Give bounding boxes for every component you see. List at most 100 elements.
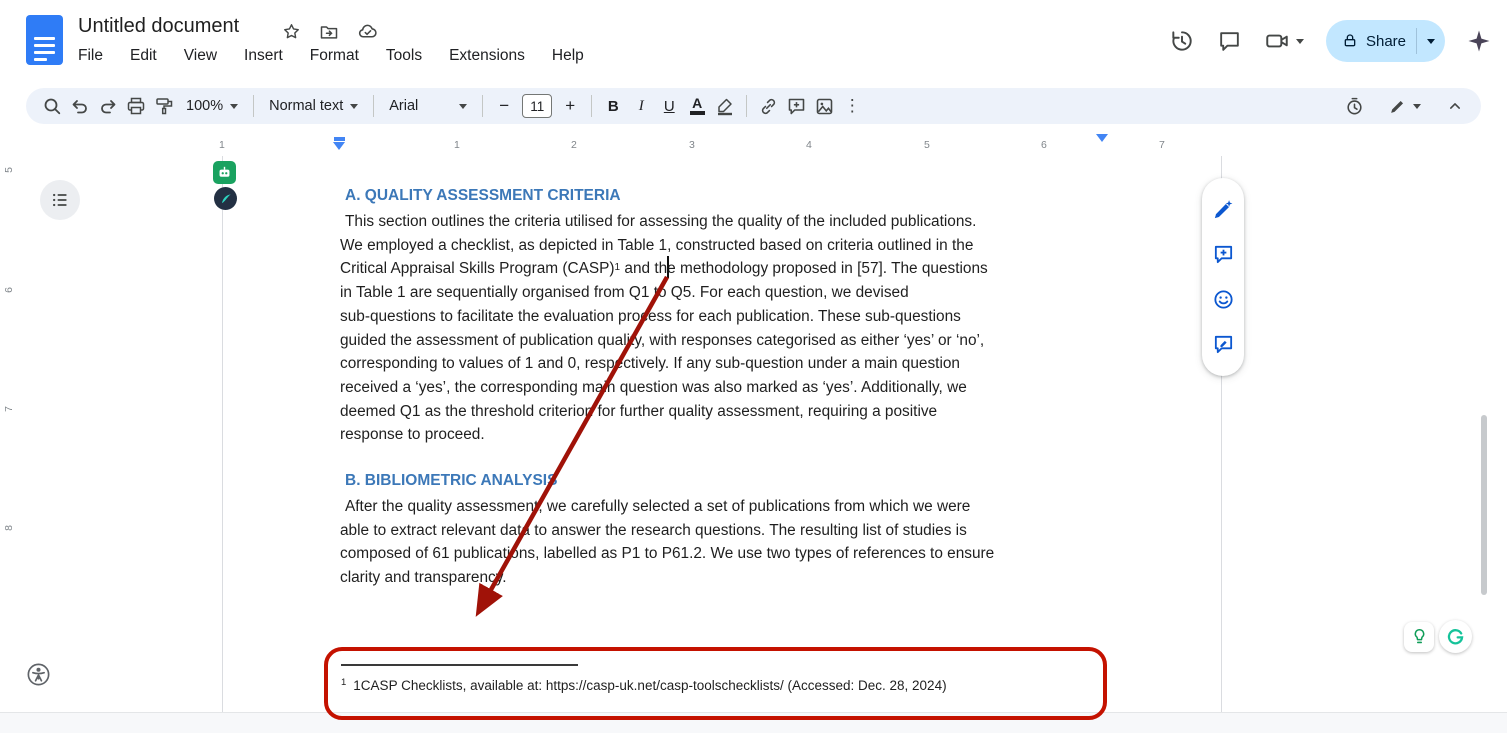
bold-button[interactable]: B (599, 92, 627, 120)
decrease-font-size-button[interactable]: − (490, 92, 518, 120)
menu-edit[interactable]: Edit (128, 45, 159, 67)
font-select[interactable]: Arial (381, 92, 475, 120)
footnote-divider (341, 664, 578, 666)
casp-post: and the methodology proposed in [57]. Th… (620, 260, 988, 277)
footnote-reference[interactable]: 1 (615, 262, 621, 273)
style-value: Normal text (269, 98, 343, 114)
footnote-marker: 1 (341, 677, 346, 688)
text-color-letter: A (692, 97, 702, 110)
collapse-toolbar-button[interactable] (1441, 92, 1469, 120)
undo-button[interactable] (66, 92, 94, 120)
menu-tools[interactable]: Tools (384, 45, 424, 67)
share-button[interactable]: Share (1326, 20, 1445, 62)
paragraph-a: This section outlines the criteria utili… (340, 210, 988, 447)
underline-button[interactable]: U (655, 92, 683, 120)
star-icon[interactable] (282, 22, 301, 41)
insert-link-button[interactable] (754, 92, 782, 120)
print-button[interactable] (122, 92, 150, 120)
version-history-icon[interactable] (1169, 28, 1195, 54)
cloud-status-icon[interactable] (357, 21, 378, 42)
logo-line (34, 51, 55, 54)
emoji-react-icon[interactable] (1208, 286, 1238, 314)
extension-robot-icon[interactable] (213, 161, 236, 184)
document-outline-button[interactable] (40, 180, 80, 220)
menu-insert[interactable]: Insert (242, 45, 285, 67)
text-line: in Table 1 are sequentially organised fr… (340, 281, 988, 305)
menu-help[interactable]: Help (550, 45, 586, 67)
more-tools-button[interactable]: ⋮ (838, 92, 866, 120)
chevron-down-icon (459, 104, 467, 109)
divider (1416, 28, 1417, 54)
font-size-input[interactable]: 11 (522, 94, 552, 118)
horizontal-ruler[interactable]: 1 1 2 3 4 5 6 7 (0, 134, 1507, 156)
paragraph-style-select[interactable]: Normal text (261, 92, 366, 120)
footnote-text: 1CASP Checklists, available at: https://… (353, 678, 946, 693)
text-line: sub-questions to facilitate the evaluati… (340, 305, 988, 329)
text-line: deemed Q1 as the threshold criterion for… (340, 400, 988, 424)
divider (482, 95, 483, 117)
divider (591, 95, 592, 117)
paragraph-b: After the quality assessment, we careful… (340, 495, 994, 590)
menu-view[interactable]: View (182, 45, 219, 67)
bulb-extension-icon[interactable] (1404, 622, 1434, 652)
menu-format[interactable]: Format (308, 45, 361, 67)
document-title[interactable]: Untitled document (78, 15, 239, 38)
google-docs-app: Untitled document File Edit View Insert … (0, 0, 1507, 733)
chevron-down-icon (1296, 39, 1304, 44)
text-line: able to extract relevant data to answer … (340, 519, 994, 543)
help-me-write-icon[interactable] (1208, 195, 1238, 223)
feedback-icon[interactable] (1208, 331, 1238, 359)
share-options-caret[interactable] (1427, 39, 1435, 44)
increase-font-size-button[interactable]: + (556, 92, 584, 120)
ruler-number: 2 (571, 139, 577, 151)
vertical-ruler-number: 8 (3, 521, 15, 535)
text-line: corresponding to values of 1 and 0, resp… (340, 352, 988, 376)
video-call-control[interactable] (1264, 28, 1304, 54)
right-indent-marker[interactable] (1096, 142, 1108, 160)
text-color-swatch (690, 111, 705, 115)
left-indent-marker[interactable] (333, 137, 345, 150)
highlight-color-button[interactable] (711, 92, 739, 120)
divider (746, 95, 747, 117)
vertical-ruler-number: 5 (3, 163, 15, 177)
comments-icon[interactable] (1217, 29, 1242, 54)
logo-line (34, 37, 55, 40)
vertical-scrollbar[interactable] (1481, 415, 1487, 595)
text-line: composed of 61 publications, labelled as… (340, 542, 994, 566)
first-line-indent-marker[interactable] (334, 137, 345, 141)
ruler-number: 1 (454, 139, 460, 151)
divider (253, 95, 254, 117)
ruler-number: 6 (1041, 139, 1047, 151)
menu-extensions[interactable]: Extensions (447, 45, 527, 67)
text-color-button[interactable]: A (683, 92, 711, 120)
redo-button[interactable] (94, 92, 122, 120)
timer-icon[interactable] (1340, 92, 1368, 120)
accessibility-icon[interactable] (25, 661, 52, 688)
editing-mode-select[interactable] (1388, 92, 1421, 120)
footnote: 1 1CASP Checklists, available at: https:/… (341, 678, 947, 693)
logo-line (34, 58, 47, 61)
italic-button[interactable]: I (627, 92, 655, 120)
move-folder-icon[interactable] (319, 22, 339, 42)
add-comment-button[interactable] (782, 92, 810, 120)
zoom-value: 100% (186, 98, 223, 114)
casp-pre: Critical Appraisal Skills Program (CASP) (340, 260, 615, 277)
section-a-heading: A. QUALITY ASSESSMENT CRITERIA (345, 187, 621, 205)
search-menus-button[interactable] (38, 92, 66, 120)
add-comment-icon[interactable] (1208, 240, 1238, 268)
insert-image-button[interactable] (810, 92, 838, 120)
paint-format-button[interactable] (150, 92, 178, 120)
chevron-down-icon (230, 104, 238, 109)
font-value: Arial (389, 98, 418, 114)
divider (373, 95, 374, 117)
formatting-toolbar: 100% Normal text Arial − 11 + B I U A (26, 88, 1481, 124)
zoom-select[interactable]: 100% (178, 92, 246, 120)
menu-file[interactable]: File (76, 45, 105, 67)
quick-actions-panel (1202, 178, 1244, 376)
google-docs-logo[interactable] (26, 15, 63, 65)
vertical-ruler-number: 7 (3, 402, 15, 416)
gemini-sparkle-icon[interactable] (1467, 29, 1491, 53)
ruler-number: 1 (219, 139, 225, 151)
extension-quill-icon[interactable] (214, 187, 237, 210)
grammarly-icon[interactable] (1439, 620, 1472, 653)
